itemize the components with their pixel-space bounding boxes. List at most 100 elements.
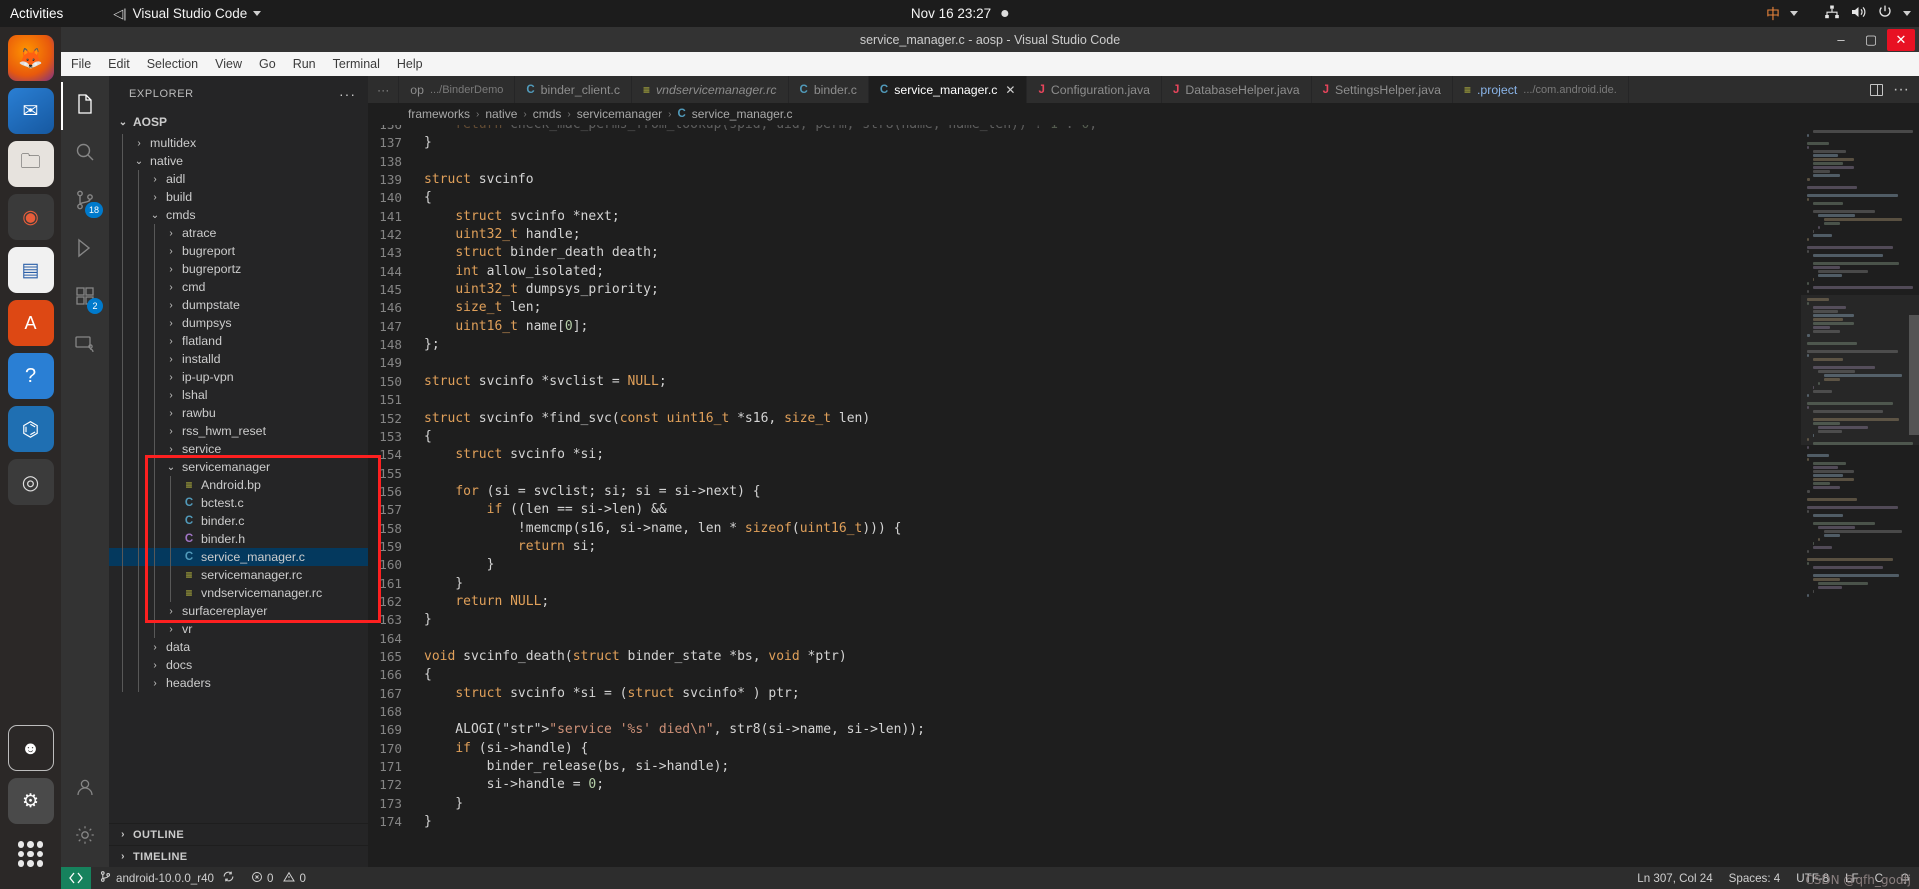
code-line[interactable]: 166 { (368, 666, 1801, 684)
code-text[interactable]: return NULL; (424, 593, 549, 611)
tree-item-service-manager-c[interactable]: Cservice_manager.c (109, 548, 368, 566)
chevron-right-icon[interactable]: › (165, 426, 177, 437)
code-text[interactable]: struct svcinfo *find_svc(const uint16_t … (424, 410, 870, 428)
code-text[interactable]: struct svcinfo *next; (424, 208, 619, 226)
breadcrumb-item[interactable]: frameworks (408, 107, 470, 121)
sidebar-more-actions-button[interactable]: ··· (339, 86, 356, 102)
tree-item-binder-h[interactable]: Cbinder.h (109, 530, 368, 548)
tree-item-service[interactable]: › service (109, 440, 368, 458)
minimize-button[interactable]: – (1827, 29, 1855, 51)
activity-item-explorer[interactable] (61, 82, 109, 130)
status-branch[interactable]: android-10.0.0_r40 (91, 867, 243, 889)
code-line[interactable]: 146 size_t len; (368, 299, 1801, 317)
code-line[interactable]: 169 ALOGI("str">"service '%s' died\n", s… (368, 721, 1801, 739)
code-text[interactable]: }; (424, 336, 440, 354)
code-text[interactable]: } (424, 556, 495, 574)
editor-scrollbar[interactable] (1909, 315, 1919, 435)
tree-item-installd[interactable]: › installd (109, 350, 368, 368)
chevron-right-icon[interactable]: › (133, 138, 145, 149)
tree-item-rss-hwm-reset[interactable]: › rss_hwm_reset (109, 422, 368, 440)
chevron-down-icon[interactable]: ⌄ (133, 156, 145, 167)
chevron-right-icon[interactable]: › (165, 336, 177, 347)
tree-item-build[interactable]: › build (109, 188, 368, 206)
tree-item-multidex[interactable]: › multidex (109, 134, 368, 152)
tabs-overflow-left[interactable]: ··· (368, 76, 400, 103)
code-line[interactable]: 157 if ((len == si->len) && (368, 501, 1801, 519)
chevron-right-icon[interactable]: › (165, 624, 177, 635)
editor-tab--project[interactable]: ≡ .project .../com.android.ide. (1452, 76, 1629, 103)
editor-tabs[interactable]: ··· op .../BinderDemo Cbinder_client.c ≡ vnds… (368, 76, 1919, 103)
tree-item-dumpsys[interactable]: › dumpsys (109, 314, 368, 332)
tree-item-android-bp[interactable]: ≡ Android.bp (109, 476, 368, 494)
chevron-right-icon[interactable]: › (165, 282, 177, 293)
dock-item-firefox[interactable]: 🦊 (7, 35, 54, 81)
status-problems[interactable]: 0 0 (243, 867, 314, 889)
dock-item-files[interactable]: 🗀 (7, 141, 54, 187)
code-text[interactable]: uint16_t name[0]; (424, 318, 588, 336)
code-line[interactable]: 155 (368, 465, 1801, 483)
tree-item-cmd[interactable]: › cmd (109, 278, 368, 296)
remote-window-button[interactable] (61, 867, 91, 889)
code-text[interactable]: return check_mac_perms_from_lookup(spid,… (424, 125, 1097, 134)
file-tree[interactable]: › multidex ⌄ native › aidl › build ⌄ cmds › atrace ›… (109, 133, 368, 823)
chevron-down-icon[interactable]: ⌄ (149, 210, 161, 221)
chevron-right-icon[interactable]: › (149, 174, 161, 185)
ime-chevron-down-icon[interactable] (1790, 11, 1798, 16)
tree-item-bugreport[interactable]: › bugreport (109, 242, 368, 260)
dock-item-rhythmbox[interactable]: ◉ (7, 194, 54, 240)
code-text[interactable]: size_t len; (424, 299, 541, 317)
tree-item-rawbu[interactable]: › rawbu (109, 404, 368, 422)
code-line[interactable]: 158 !memcmp(s16, si->name, len * sizeof(… (368, 520, 1801, 538)
volume-icon[interactable] (1850, 4, 1867, 23)
code-text[interactable]: binder_release(bs, si->handle); (424, 758, 730, 776)
tree-item-cmds[interactable]: ⌄ cmds (109, 206, 368, 224)
chevron-right-icon[interactable]: › (165, 606, 177, 617)
code-line[interactable]: 172 si->handle = 0; (368, 776, 1801, 794)
menu-file[interactable]: File (71, 57, 91, 71)
status-indentation[interactable]: Spaces: 4 (1721, 867, 1789, 889)
chevron-down-icon[interactable]: ⌄ (165, 462, 177, 473)
dock-item-ubuntu-software[interactable]: A (7, 300, 54, 346)
code-text[interactable]: void svcinfo_death(struct binder_state *… (424, 648, 847, 666)
menu-run[interactable]: Run (293, 57, 316, 71)
code-text[interactable]: uint32_t dumpsys_priority; (424, 281, 659, 299)
code-lines[interactable]: 136 return check_mac_perms_from_lookup(s… (368, 125, 1801, 867)
code-line[interactable]: 138 (368, 153, 1801, 171)
tree-item-data[interactable]: › data (109, 638, 368, 656)
chevron-right-icon[interactable]: › (165, 354, 177, 365)
code-text[interactable]: si->handle = 0; (424, 776, 604, 794)
chevron-right-icon[interactable]: › (149, 642, 161, 653)
code-text[interactable]: struct svcinfo *si = (struct svcinfo* ) … (424, 685, 799, 703)
tree-item-flatland[interactable]: › flatland (109, 332, 368, 350)
breadcrumb[interactable]: frameworks › native › cmds › servicemanager › Cs… (368, 103, 1919, 125)
code-line[interactable]: 171 binder_release(bs, si->handle); (368, 758, 1801, 776)
code-line[interactable]: 170 if (si->handle) { (368, 740, 1801, 758)
editor-content[interactable]: 136 return check_mac_perms_from_lookup(s… (368, 125, 1919, 867)
breadcrumb-item[interactable]: native (485, 107, 517, 121)
code-text[interactable]: struct binder_death death; (424, 244, 659, 262)
timeline-section-header[interactable]: › TIMELINE (109, 845, 368, 867)
tree-item-servicemanager[interactable]: ⌄ servicemanager (109, 458, 368, 476)
activity-item-search[interactable] (61, 130, 109, 178)
tree-item-lshal[interactable]: › lshal (109, 386, 368, 404)
code-text[interactable]: return si; (424, 538, 596, 556)
split-editor-icon[interactable] (1870, 83, 1884, 96)
chevron-right-icon[interactable]: › (165, 408, 177, 419)
code-line[interactable]: 160 } (368, 556, 1801, 574)
code-text[interactable]: { (424, 189, 432, 207)
code-line[interactable]: 168 (368, 703, 1801, 721)
dock-item-show-applications[interactable] (8, 831, 54, 877)
activity-item-accounts[interactable] (61, 765, 109, 813)
activity-item-remote-explorer[interactable] (61, 322, 109, 370)
code-line[interactable]: 137} (368, 134, 1801, 152)
chevron-right-icon[interactable]: › (149, 678, 161, 689)
code-text[interactable]: } (424, 795, 463, 813)
code-line[interactable]: 150 struct svcinfo *svclist = NULL; (368, 373, 1801, 391)
code-text[interactable]: for (si = svclist; si; si = si->next) { (424, 483, 760, 501)
code-text[interactable]: ALOGI("str">"service '%s' died\n", str8(… (424, 721, 925, 739)
dock-item-libreoffice-writer[interactable]: ▤ (7, 247, 54, 293)
chevron-right-icon[interactable]: › (165, 318, 177, 329)
chevron-right-icon[interactable]: › (149, 192, 161, 203)
sync-icon[interactable] (222, 870, 235, 886)
tree-item-docs[interactable]: › docs (109, 656, 368, 674)
